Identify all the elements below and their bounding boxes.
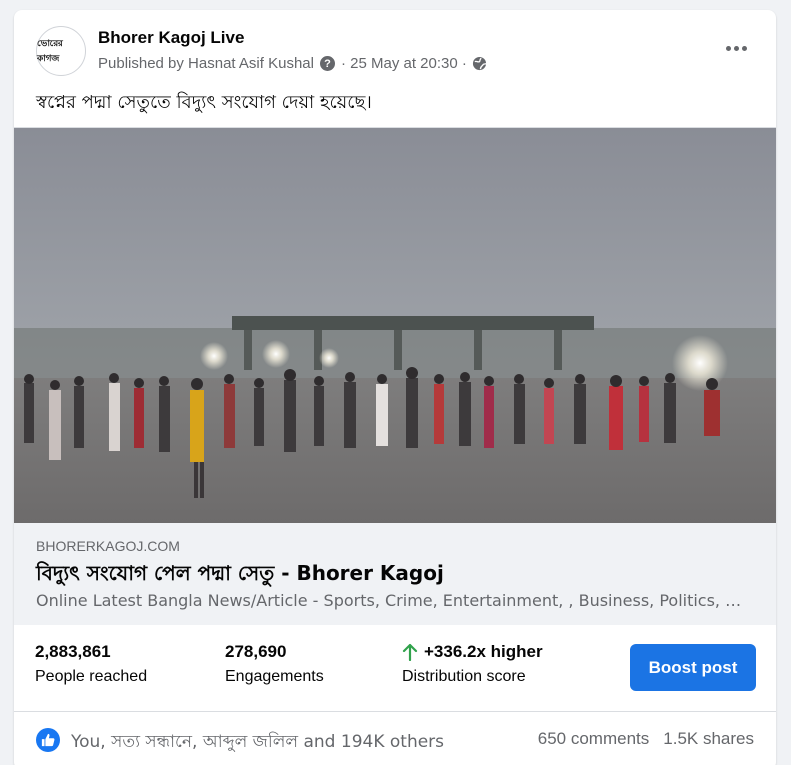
help-icon[interactable]: ? <box>319 56 335 71</box>
post-timestamp[interactable]: · 25 May at 20:30 · <box>341 55 467 72</box>
stat-engagements[interactable]: 278,690 Engagements <box>225 642 324 686</box>
people-reached-label: People reached <box>35 668 148 685</box>
distribution-value-text: +336.2x higher <box>424 642 543 661</box>
post-card: ভোরের কাগজ Bhorer Kagoj Live Published b… <box>14 10 776 765</box>
post-insights: 2,883,861 People reached 278,690 Engagem… <box>14 624 776 712</box>
link-domain: BHORERKAGOJ.COM <box>36 538 180 554</box>
boost-post-button[interactable]: Boost post <box>630 644 756 691</box>
avatar-logo-text: ভোরের কাগজ <box>37 39 63 64</box>
engagements-value: 278,690 <box>225 642 287 661</box>
stat-people-reached[interactable]: 2,883,861 People reached <box>35 642 147 686</box>
bridge-crowd-photo <box>14 128 776 523</box>
preview-photo[interactable] <box>14 128 776 523</box>
shares-count[interactable]: 1.5K shares <box>663 729 754 749</box>
engagement-counts: 650 comments 1.5K shares <box>538 729 754 749</box>
reactions-summary[interactable]: You, সত্য সন্ধানে, আব্দুল জলিল and 194K … <box>71 729 444 757</box>
link-title[interactable]: বিদ্যুৎ সংযোগ পেল পদ্মা সেতু - Bhorer Ka… <box>36 559 444 592</box>
comments-count[interactable]: 650 comments <box>538 729 650 749</box>
reactions-bar: You, সত্য সন্ধানে, আব্দুল জলিল and 194K … <box>14 713 776 763</box>
page-avatar[interactable]: ভোরের কাগজ <box>36 26 86 76</box>
distribution-value: +336.2x higher <box>402 642 543 662</box>
arrow-up-icon <box>402 643 418 661</box>
post-text: স্বপ্নের পদ্মা সেতুতে বিদ্যুৎ সংযোগ দেয়… <box>36 92 372 113</box>
distribution-label: Distribution score <box>402 668 526 685</box>
post-header: ভোরের কাগজ Bhorer Kagoj Live Published b… <box>14 10 776 90</box>
globe-icon[interactable] <box>472 56 487 71</box>
link-info[interactable]: BHORERKAGOJ.COM বিদ্যুৎ সংযোগ পেল পদ্মা … <box>14 523 776 625</box>
published-by[interactable]: Published by Hasnat Asif Kushal <box>98 55 314 72</box>
more-options-icon[interactable] <box>718 34 754 62</box>
engagements-label: Engagements <box>225 668 324 685</box>
people-reached-value: 2,883,861 <box>35 642 111 661</box>
post-meta: Published by Hasnat Asif Kushal ? · 25 M… <box>98 55 487 72</box>
stat-distribution-score[interactable]: +336.2x higher Distribution score <box>402 642 543 686</box>
like-reaction-icon[interactable] <box>36 728 60 752</box>
link-preview[interactable]: BHORERKAGOJ.COM বিদ্যুৎ সংযোগ পেল পদ্মা … <box>14 127 776 625</box>
link-description: Online Latest Bangla News/Article - Spor… <box>36 591 746 610</box>
page-name-link[interactable]: Bhorer Kagoj Live <box>98 28 244 48</box>
